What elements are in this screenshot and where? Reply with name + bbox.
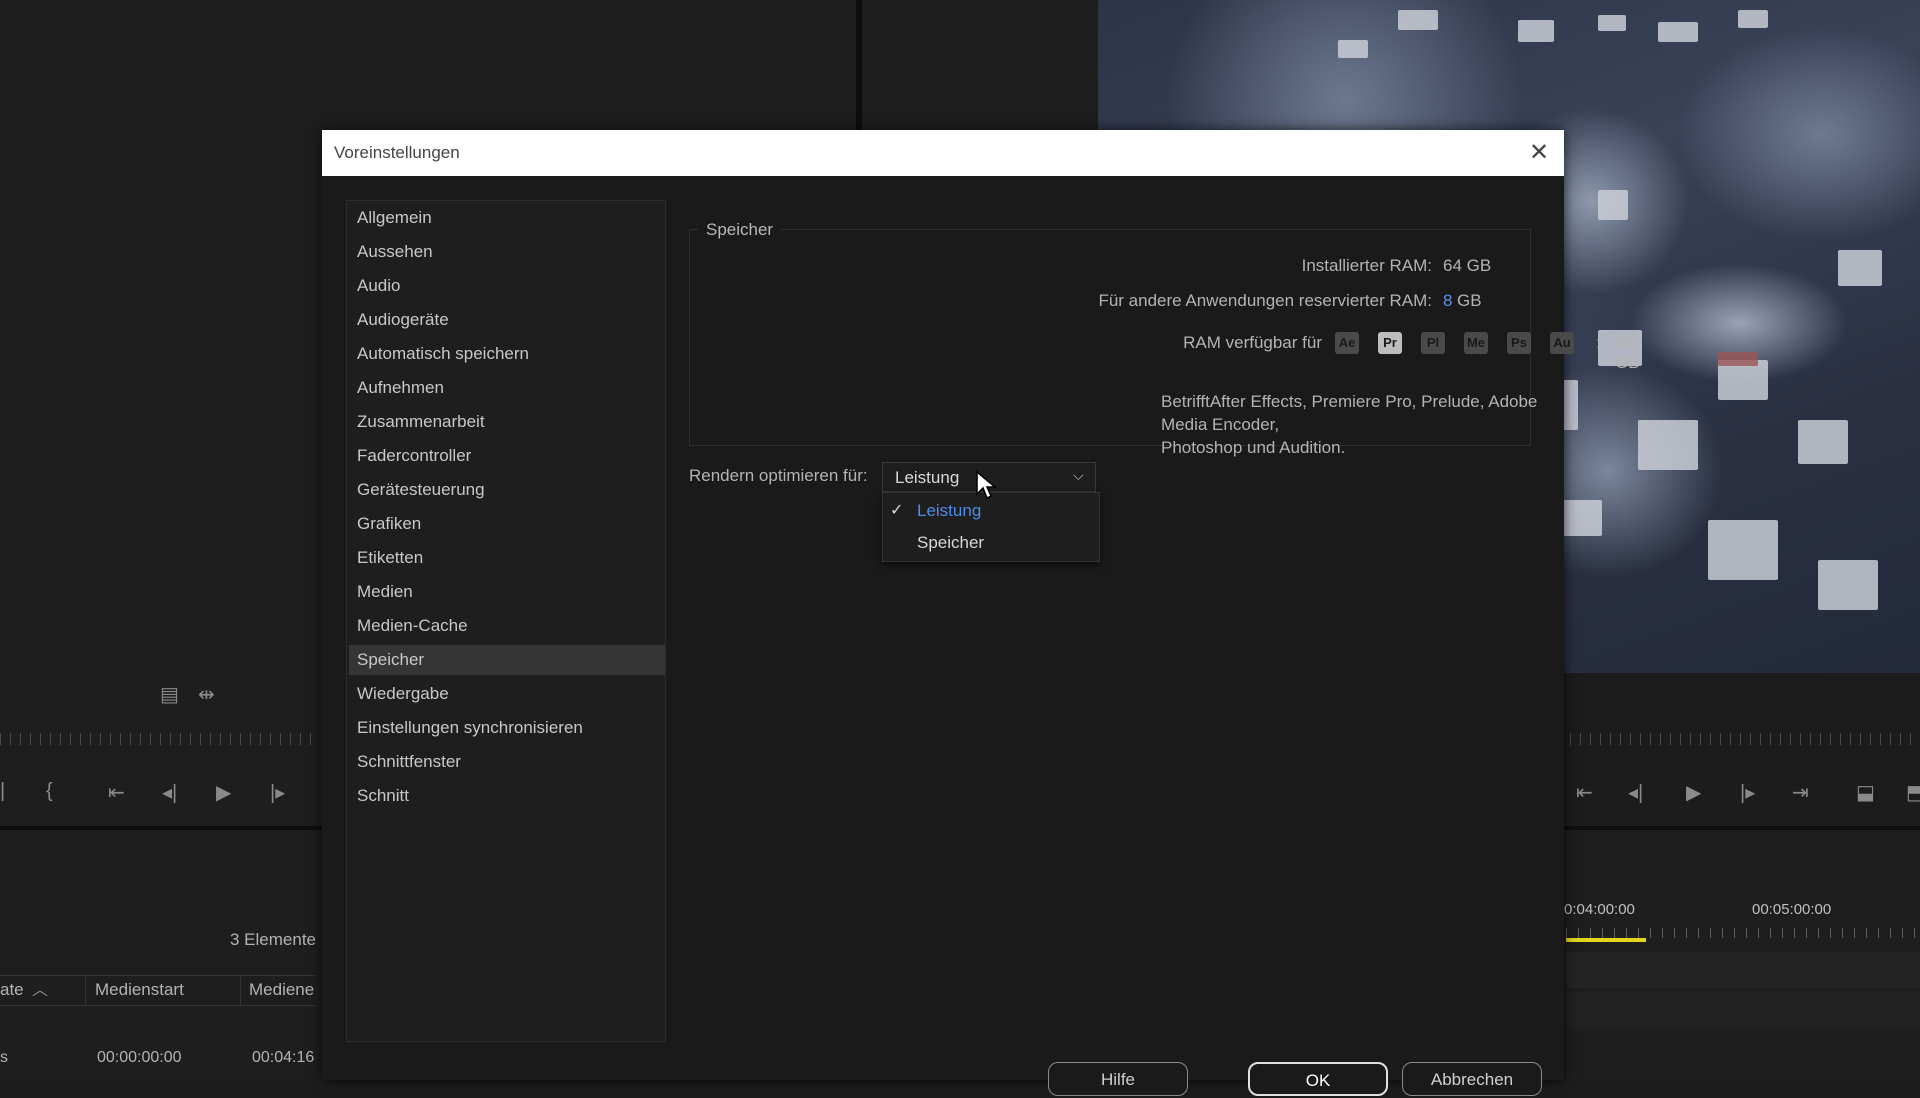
nav-item[interactable]: Audiogeräte bbox=[349, 305, 665, 335]
chevron-down-icon: ⌵ bbox=[1073, 467, 1084, 483]
ram-available-label: RAM verfügbar für bbox=[1183, 333, 1322, 352]
menu-option-label: Leistung bbox=[917, 501, 982, 520]
app-badge: Au bbox=[1550, 332, 1574, 354]
nav-item[interactable]: Grafiken bbox=[349, 509, 665, 539]
table-cell[interactable]: s bbox=[0, 1049, 8, 1067]
app-badge: Ae bbox=[1335, 332, 1359, 354]
column-header-date[interactable]: ate bbox=[0, 980, 24, 1000]
go-to-in-icon[interactable]: ⇤ bbox=[108, 780, 125, 805]
ok-button[interactable]: OK bbox=[1248, 1062, 1388, 1096]
nav-item[interactable]: Allgemein bbox=[349, 203, 665, 233]
cancel-button[interactable]: Abbrechen bbox=[1402, 1062, 1542, 1096]
timecode-label: 0:04:00:00 bbox=[1564, 901, 1635, 918]
installed-ram-label: Installierter RAM: bbox=[1301, 256, 1432, 275]
reserved-ram-label: Für andere Anwendungen reservierter RAM: bbox=[1098, 291, 1432, 310]
table-cell[interactable]: 00:04:16 bbox=[252, 1049, 314, 1067]
mouse-cursor-icon bbox=[976, 470, 997, 500]
reserved-ram-input[interactable]: 8 bbox=[1443, 291, 1452, 311]
dialog-title: Voreinstellungen bbox=[334, 143, 460, 162]
step-back-icon-right[interactable]: ◂| bbox=[1628, 780, 1643, 805]
menu-option-label: Speicher bbox=[917, 533, 985, 552]
nav-item[interactable]: Schnitt bbox=[349, 781, 665, 811]
nav-item[interactable]: Aussehen bbox=[349, 237, 665, 267]
play-icon[interactable]: ▶ bbox=[216, 780, 231, 805]
nav-item[interactable]: Fadercontroller bbox=[349, 441, 665, 471]
timecode-label: 00:05:00:00 bbox=[1752, 901, 1832, 918]
sort-up-icon[interactable]: ︿ bbox=[32, 976, 48, 1000]
nav-item[interactable]: Medien-Cache bbox=[349, 611, 665, 641]
app-badge: Ps bbox=[1507, 332, 1531, 354]
item-count: 3 Elemente bbox=[230, 930, 316, 949]
column-header-media-end[interactable]: Mediene bbox=[249, 980, 314, 1000]
dropdown-value: Leistung bbox=[895, 468, 960, 487]
nav-item[interactable]: Schnittfenster bbox=[349, 747, 665, 777]
insert-icon[interactable]: ⇹ bbox=[198, 682, 215, 707]
app-badge: Pl bbox=[1421, 332, 1445, 354]
source-monitor-extra bbox=[862, 0, 1098, 130]
ram-available-value: 56 GB bbox=[1615, 333, 1640, 372]
settings-icon[interactable]: ▤ bbox=[160, 682, 179, 707]
nav-item[interactable]: Etiketten bbox=[349, 543, 665, 573]
memory-group-title: Speicher bbox=[698, 220, 782, 240]
nav-item[interactable]: Speicher bbox=[349, 645, 665, 675]
mark-in-icon[interactable]: { bbox=[46, 780, 53, 803]
source-ruler[interactable] bbox=[0, 733, 318, 745]
timeline-track[interactable] bbox=[1566, 992, 1920, 1028]
nav-item[interactable]: Wiedergabe bbox=[349, 679, 665, 709]
dialog-titlebar[interactable]: Voreinstellungen ✕ bbox=[322, 130, 1564, 176]
preferences-nav: Allgemein Aussehen Audio Audiogeräte Automat… bbox=[346, 200, 666, 1042]
work-area-bar[interactable] bbox=[1566, 938, 1646, 942]
checkmark-icon: ✓ bbox=[890, 502, 904, 519]
timeline-ruler[interactable] bbox=[1566, 928, 1920, 938]
nav-item[interactable]: Gerätesteuerung bbox=[349, 475, 665, 505]
memory-note: BetrifftAfter Effects, Premiere Pro, Pre… bbox=[1161, 392, 1538, 457]
help-button[interactable]: Hilfe bbox=[1048, 1062, 1188, 1096]
menu-option[interactable]: Speicher bbox=[883, 527, 1099, 559]
timeline-track[interactable] bbox=[1566, 952, 1920, 988]
go-to-in-icon-right[interactable]: ⇤ bbox=[1576, 780, 1593, 805]
nav-item[interactable]: Medien bbox=[349, 577, 665, 607]
colon-separator: : bbox=[1596, 333, 1601, 352]
lift-icon[interactable]: ⬓ bbox=[1856, 780, 1875, 805]
render-optimize-label: Rendern optimieren für: bbox=[689, 466, 868, 485]
render-optimize-menu: ✓ Leistung Speicher bbox=[882, 492, 1100, 562]
extract-icon[interactable]: ⬒ bbox=[1906, 780, 1920, 805]
app-badge: Me bbox=[1464, 332, 1488, 354]
project-panel bbox=[0, 830, 320, 1080]
go-to-out-icon-right[interactable]: ⇥ bbox=[1792, 780, 1809, 805]
nav-item[interactable]: Aufnehmen bbox=[349, 373, 665, 403]
step-back-icon[interactable]: ◂| bbox=[162, 780, 177, 805]
play-icon-right[interactable]: ▶ bbox=[1686, 780, 1701, 805]
nav-item[interactable]: Einstellungen synchronisieren bbox=[349, 713, 665, 743]
nav-item[interactable]: Audio bbox=[349, 271, 665, 301]
nav-item[interactable]: Automatisch speichern bbox=[349, 339, 665, 369]
table-cell[interactable]: 00:00:00:00 bbox=[97, 1049, 182, 1067]
program-ruler[interactable] bbox=[1570, 733, 1920, 745]
step-forward-icon[interactable]: |▸ bbox=[270, 780, 285, 805]
reserved-ram-unit: GB bbox=[1457, 291, 1482, 310]
column-header-media-start[interactable]: Medienstart bbox=[95, 980, 184, 1000]
installed-ram-value: 64 GB bbox=[1443, 256, 1492, 275]
mark-out-icon[interactable]: | bbox=[0, 780, 5, 803]
close-icon[interactable]: ✕ bbox=[1524, 138, 1554, 168]
nav-item[interactable]: Zusammenarbeit bbox=[349, 407, 665, 437]
preferences-dialog: Voreinstellungen ✕ Allgemein Aussehen Audi… bbox=[322, 130, 1640, 1096]
step-forward-icon-right[interactable]: |▸ bbox=[1740, 780, 1755, 805]
app-badge: Pr bbox=[1378, 332, 1402, 354]
